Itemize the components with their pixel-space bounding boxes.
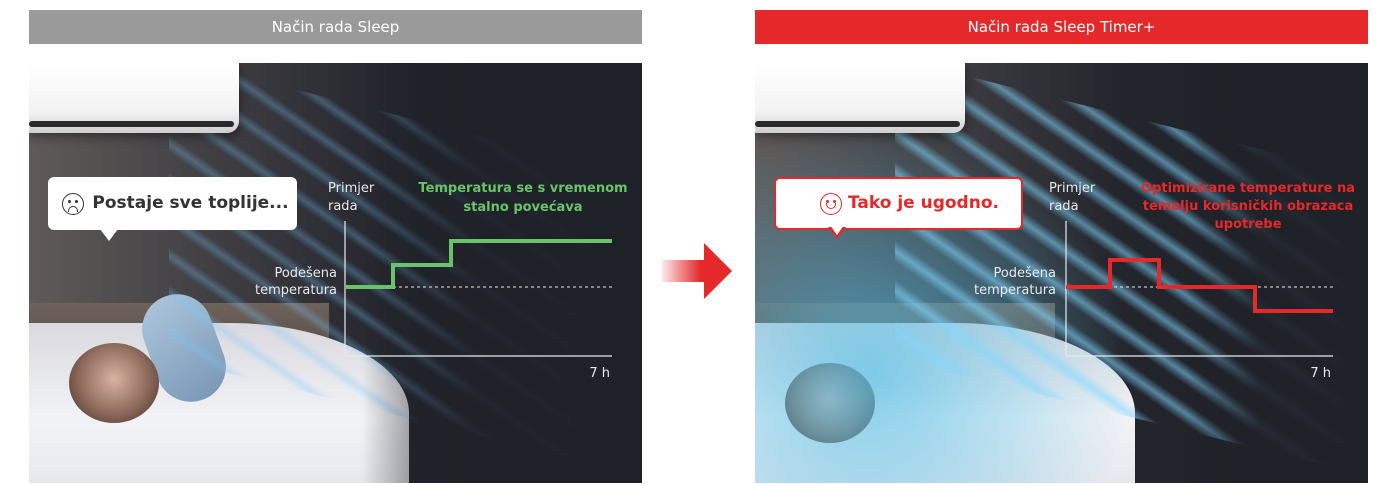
chart-caption-top: Primjer (1049, 181, 1096, 196)
chart-caption-top: Primjer (328, 181, 375, 196)
sleep-timer-plus-panel: Tako je ugodno. Primjer rada Optimiziran… (755, 63, 1368, 483)
header-sleep-timer-plus-mode: Način rada Sleep Timer+ (755, 10, 1368, 44)
chart-title-line-1: Optimizirane temperature na (1141, 181, 1355, 196)
set-temperature-label-line-1: Podešena (993, 266, 1056, 281)
set-temperature-label-line-1: Podešena (274, 266, 337, 281)
chart-title-line-3: upotrebe (1214, 217, 1281, 232)
chart-caption-bottom: rada (1049, 199, 1079, 214)
sleep-mode-panel: Postaje sve toplije... Primjer rada Temp… (29, 63, 642, 483)
x-axis-end-label: 7 h (1310, 366, 1331, 381)
temperature-chart-sleep: Primjer rada Temperatura se s vremenom s… (255, 181, 628, 381)
temperature-chart-sleep-timer-plus: Primjer rada Optimizirane temperature na… (974, 181, 1355, 381)
set-temperature-label-line-2: temperatura (255, 283, 337, 298)
transition-arrow-icon (662, 243, 732, 299)
chart-title-line-1: Temperatura se s vremenom (418, 181, 627, 196)
x-axis-end-label: 7 h (589, 366, 610, 381)
chart-title-line-2: temelju korisničkih obrazaca (1143, 199, 1353, 214)
set-temperature-label-line-2: temperatura (974, 283, 1056, 298)
temperature-line-increasing (345, 239, 612, 289)
chart-caption-bottom: rada (328, 199, 358, 214)
temperature-line-optimized (1066, 258, 1333, 313)
header-sleep-mode: Način rada Sleep (29, 10, 642, 44)
chart-title-line-2: stalno povećava (463, 200, 582, 215)
